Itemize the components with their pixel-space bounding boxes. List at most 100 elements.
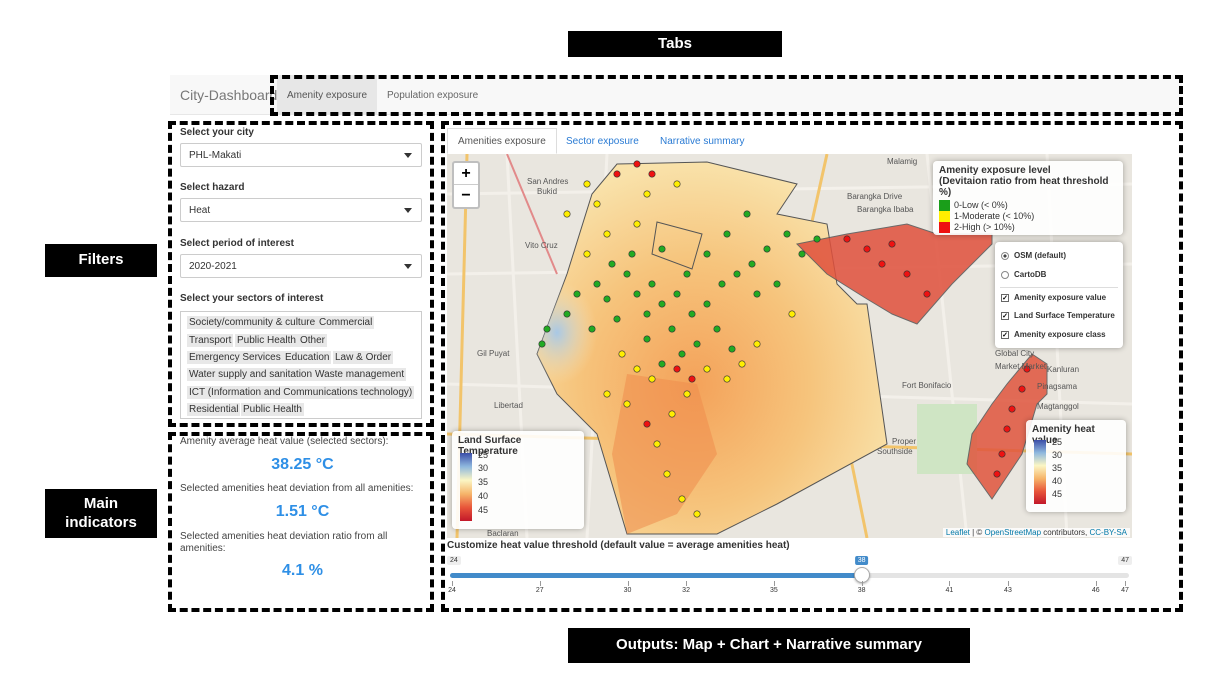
exposure-legend-title: Amenity exposure level — [939, 165, 1051, 176]
license-link[interactable]: CC-BY-SA — [1090, 528, 1128, 537]
svg-text:Baclaran: Baclaran — [487, 529, 519, 538]
period-select-value: 2020-2021 — [189, 260, 237, 272]
threshold-slider[interactable]: 24 47 38 24 27 30 32 35 38 41 43 46 47 — [447, 553, 1132, 597]
sector-chip[interactable]: Commercial — [317, 316, 375, 329]
zoom-in-button[interactable]: + — [454, 163, 478, 185]
chevron-down-icon — [404, 208, 412, 213]
checkbox-icon: ✓ — [1001, 330, 1009, 339]
layer-exposure-class[interactable]: ✓ Amenity exposure class — [1001, 330, 1106, 339]
map-attribution: Leaflet | © OpenStreetMap contributors, … — [942, 528, 1130, 537]
sector-chip[interactable]: Other — [298, 334, 328, 347]
svg-text:Magtanggol: Magtanggol — [1037, 402, 1079, 411]
svg-text:Kanluran: Kanluran — [1047, 365, 1079, 374]
city-label: Select your city — [180, 127, 254, 138]
slider-tick-label: 43 — [1004, 587, 1012, 594]
lst-colorbar — [460, 453, 472, 521]
slider-min-badge: 24 — [447, 556, 461, 565]
exposure-legend-subtitle: (Devitaion ratio from heat threshold %) — [939, 176, 1109, 198]
slider-fill — [450, 573, 862, 578]
chevron-down-icon — [404, 153, 412, 158]
layer-osm[interactable]: OSM (default) — [1001, 251, 1066, 260]
svg-text:Libertad: Libertad — [494, 401, 523, 410]
heat-colorbar — [1034, 440, 1046, 504]
hazard-select[interactable]: Heat — [180, 198, 422, 222]
sector-chip[interactable]: Transport — [187, 334, 234, 347]
slider-tick-label: 47 — [1121, 587, 1129, 594]
tabs-annotation-box — [270, 75, 1183, 116]
deviation-ratio-label-line2: amenities: — [180, 542, 226, 554]
deviation-ratio-label-line1: Selected amenities heat deviation ratio … — [180, 531, 388, 542]
tab-sector-exposure[interactable]: Sector exposure — [556, 128, 649, 154]
chevron-down-icon — [404, 264, 412, 269]
lst-tick: 40 — [478, 491, 489, 501]
filters-callout: Filters — [45, 244, 157, 277]
lst-tick: 45 — [478, 505, 489, 515]
avg-heat-label: Amenity average heat value (selected sec… — [180, 436, 389, 447]
layer-lst[interactable]: ✓ Land Surface Temperature — [1001, 311, 1115, 320]
svg-text:Proper: Proper — [892, 437, 916, 446]
svg-text:Fort Bonifacio: Fort Bonifacio — [902, 381, 952, 390]
layer-exposure-value[interactable]: ✓ Amenity exposure value — [1001, 293, 1106, 302]
svg-text:Barangka Drive: Barangka Drive — [847, 192, 903, 201]
slider-tick-label: 35 — [769, 587, 778, 594]
legend-item-moderate: 1-Moderate (< 10%) — [939, 211, 1117, 223]
sectors-multiselect[interactable]: Society/community & culture Commercial T… — [180, 311, 422, 419]
sector-chip[interactable]: Emergency Services — [187, 351, 283, 364]
lst-tick: 25 — [478, 450, 489, 460]
city-select[interactable]: PHL-Makati — [180, 143, 422, 167]
slider-tick-mark — [1095, 581, 1097, 586]
sector-chip[interactable]: Public Health — [235, 334, 298, 347]
tab-amenities-exposure[interactable]: Amenities exposure — [447, 128, 557, 154]
heat-legend: Amenity heat value 25 30 35 40 45 — [1026, 420, 1126, 512]
lst-legend: Land Surface Temperature 25 30 35 40 45 — [452, 431, 584, 529]
svg-text:Vito Cruz: Vito Cruz — [525, 241, 558, 250]
tab-narrative-summary[interactable]: Narrative summary — [650, 128, 754, 154]
city-select-value: PHL-Makati — [189, 149, 242, 161]
svg-text:San Andres: San Andres — [527, 177, 568, 186]
slider-max-badge: 47 — [1118, 556, 1132, 565]
slider-tick-mark — [452, 581, 453, 586]
slider-tick-mark — [539, 581, 541, 586]
slider-tick-label: 27 — [535, 587, 544, 594]
zoom-control: + − — [452, 161, 480, 209]
svg-text:Global City: Global City — [995, 349, 1034, 358]
sector-chip[interactable]: Society/community & culture — [187, 316, 318, 329]
lst-tick: 30 — [478, 463, 489, 473]
exposure-legend: Amenity exposure level (Devitaion ratio … — [933, 161, 1123, 235]
sector-chip[interactable]: ICT (Information and Communications tech… — [187, 386, 415, 399]
slider-tick-mark — [686, 581, 688, 586]
slider-tick-mark — [861, 581, 863, 586]
heat-tick: 25 — [1052, 437, 1063, 447]
sector-chip[interactable]: Education — [283, 351, 332, 364]
sector-chip[interactable]: Water supply and sanitation — [187, 368, 315, 381]
lst-tick: 35 — [478, 477, 489, 487]
period-label: Select period of interest — [180, 238, 294, 249]
svg-text:Bukid: Bukid — [537, 187, 557, 196]
slider-tick-label: 32 — [682, 587, 690, 594]
slider-tick-mark — [949, 581, 951, 586]
slider-tick-label: 38 — [857, 587, 866, 594]
main-indicators-callout: Main indicators — [45, 489, 157, 538]
sector-chip[interactable]: Public Health — [241, 403, 304, 416]
slider-tick-label: 24 — [448, 587, 456, 594]
sector-chip[interactable]: Law & Order — [333, 351, 394, 364]
slider-tick-label: 41 — [945, 587, 954, 594]
sectors-label: Select your sectors of interest — [180, 293, 324, 304]
osm-link[interactable]: OpenStreetMap — [985, 528, 1041, 537]
period-select[interactable]: 2020-2021 — [180, 254, 422, 278]
svg-text:Pinagsama: Pinagsama — [1037, 382, 1078, 391]
leaflet-link[interactable]: Leaflet — [946, 528, 970, 537]
heat-tick: 35 — [1052, 463, 1063, 473]
zoom-out-button[interactable]: − — [454, 185, 478, 207]
heat-tick: 30 — [1052, 450, 1063, 460]
sector-chip[interactable]: Waste management — [313, 368, 407, 381]
heat-deviation-label: Selected amenities heat deviation from a… — [180, 483, 414, 494]
heat-deviation-value: 1.51 °C — [275, 503, 330, 520]
slider-value-badge: 38 — [854, 556, 869, 565]
layer-cartodb[interactable]: CartoDB — [1001, 270, 1046, 279]
app-brand[interactable]: City-Dashboard — [180, 87, 277, 103]
layer-control: OSM (default) CartoDB ✓ Amenity exposure … — [995, 242, 1123, 348]
radio-icon — [1001, 270, 1009, 279]
slider-tick-mark — [773, 581, 775, 586]
sector-chip[interactable]: Residential — [187, 403, 241, 416]
